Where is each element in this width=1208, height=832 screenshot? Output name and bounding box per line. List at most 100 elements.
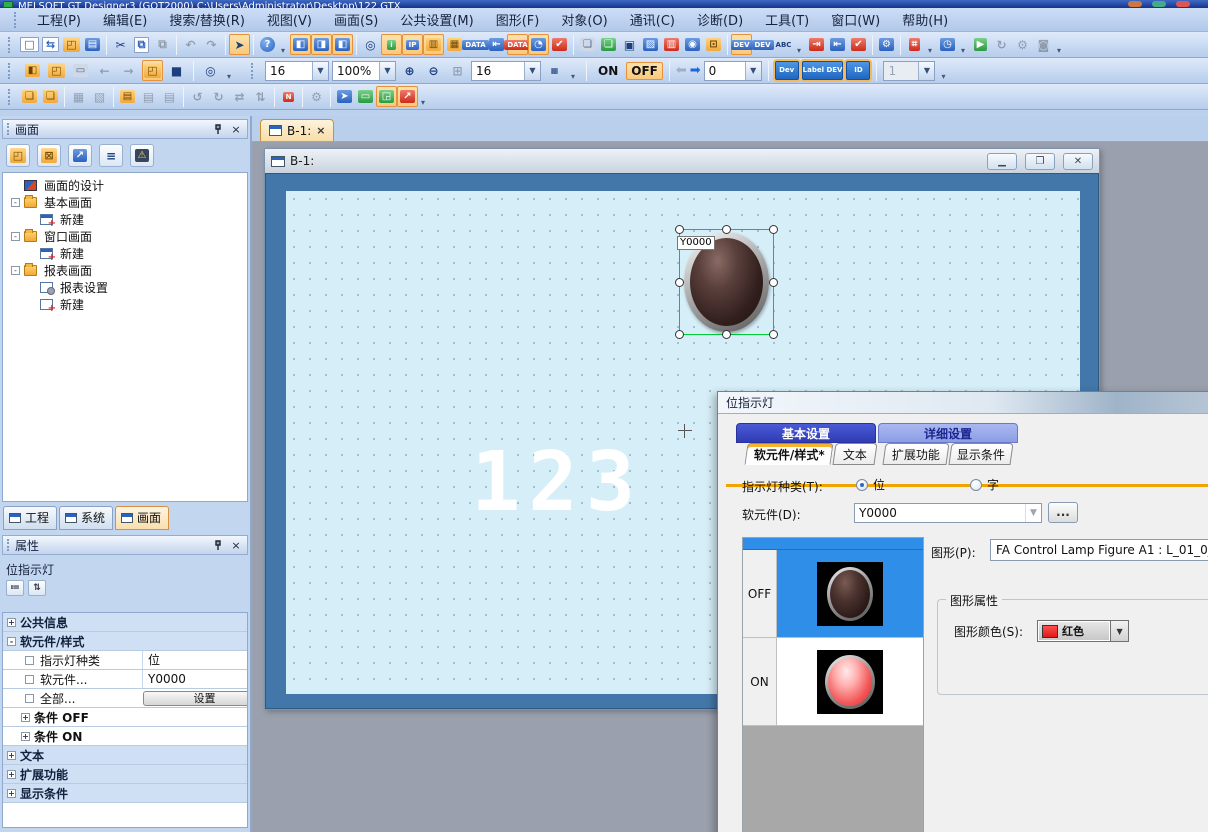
menu-item[interactable]: 工程(P) — [27, 8, 91, 31]
selection-handle[interactable] — [675, 225, 684, 234]
open-screen-button[interactable]: ◰ — [6, 144, 30, 167]
device-display-button[interactable]: DEV — [731, 34, 752, 55]
preview-button[interactable]: ◎ — [200, 60, 221, 81]
new-screen-button[interactable]: ◧ — [22, 60, 43, 81]
open-project-button[interactable]: ◰ — [61, 34, 82, 55]
help-button[interactable]: ? — [257, 34, 278, 55]
tree-expand-icon[interactable]: - — [11, 232, 20, 241]
chevron-down-icon[interactable]: ▼ — [918, 62, 934, 80]
device-comment-button[interactable]: ▥ — [423, 34, 444, 55]
close-button-blur[interactable] — [1176, 1, 1190, 7]
text-check-button[interactable]: ABC — [773, 34, 794, 55]
expand-icon[interactable] — [25, 694, 34, 703]
shape-name-field[interactable]: FA Control Lamp Figure A1 : L_01_0_R — [990, 539, 1208, 561]
close-icon[interactable]: × — [229, 122, 243, 136]
prop-section-display-condition[interactable]: + 显示条件 — [3, 784, 247, 803]
edit-touch-area-button[interactable]: ◲ — [376, 86, 397, 107]
open-recent-button[interactable]: ⇆ — [40, 34, 61, 55]
tree-item-label[interactable]: 新建 — [57, 211, 87, 228]
expand-icon[interactable]: + — [21, 713, 30, 722]
setting-button[interactable]: ⚙ — [306, 86, 327, 107]
ip-address-button[interactable]: IP — [402, 34, 423, 55]
close-screen-button[interactable]: ⊠ — [37, 144, 61, 167]
zoom-in-button[interactable]: ⊕ — [399, 60, 420, 81]
sort-view-button[interactable]: ⇅ — [28, 580, 46, 596]
pin-icon[interactable] — [211, 122, 225, 136]
menu-item[interactable]: 画面(S) — [324, 8, 388, 31]
tab-device-style[interactable]: 软元件/样式* — [744, 443, 833, 465]
prop-section-common-info[interactable]: + 公共信息 — [3, 613, 247, 632]
menu-item[interactable]: 视图(V) — [257, 8, 322, 31]
device-view-button[interactable]: Dev — [775, 61, 799, 80]
color-dropdown-button[interactable]: ▼ — [1111, 620, 1129, 642]
tree-item-label[interactable]: 报表画面 — [41, 262, 95, 279]
tree-item-window-screen-folder[interactable]: - 窗口画面 — [3, 228, 247, 245]
data-check-button[interactable]: DATA — [507, 34, 528, 55]
label-device-view-button[interactable]: Label DEV — [802, 61, 844, 80]
tree-expand-icon[interactable]: - — [11, 266, 20, 275]
tree-item-label[interactable]: 基本画面 — [41, 194, 95, 211]
id-view-button[interactable]: ID — [846, 61, 870, 80]
numeric-text-object[interactable]: 123 — [471, 435, 643, 530]
select-cursor-button[interactable]: ➤ — [229, 34, 250, 55]
dialog-titlebar[interactable]: 位指示灯 — [718, 392, 1208, 414]
minimize-icon[interactable]: ▁ — [987, 153, 1017, 170]
read-from-got-button[interactable]: ⇤ — [827, 34, 848, 55]
property-value[interactable]: 位 — [142, 651, 247, 669]
tree-item-window-new[interactable]: 新建 — [3, 245, 247, 262]
expand-icon[interactable]: - — [7, 637, 16, 646]
grid-display-button[interactable]: ▦ — [544, 60, 565, 81]
restore-icon[interactable]: ❐ — [1025, 153, 1055, 170]
tab-text[interactable]: 文本 — [832, 443, 877, 465]
base-screen-button[interactable]: ◧ — [290, 34, 311, 55]
prop-row-all-settings[interactable]: 全部... 设置 — [3, 689, 247, 708]
expand-icon[interactable] — [25, 675, 34, 684]
tab-screen[interactable]: 画面 — [115, 506, 169, 530]
image-property-button[interactable]: ▤ — [159, 86, 180, 107]
simulator-stop-button[interactable]: ◙ — [1033, 34, 1054, 55]
prop-section-condition-off[interactable]: + 条件 OFF — [3, 708, 247, 727]
dropdown-chevron[interactable] — [568, 61, 578, 81]
tree-item-label[interactable]: 新建 — [57, 296, 87, 313]
transfer-clock-button[interactable]: ◷ — [937, 34, 958, 55]
open-screen-button[interactable]: ◰ — [46, 60, 67, 81]
close-icon[interactable]: × — [229, 538, 243, 552]
prev-state-button[interactable]: ⬅ — [676, 63, 687, 78]
menu-item[interactable]: 工具(T) — [755, 8, 819, 31]
tree-item-screen-design[interactable]: 画面的设计 — [3, 177, 247, 194]
screen-list-button[interactable]: ≡ — [99, 144, 123, 167]
time-action-button[interactable]: ◔ — [528, 34, 549, 55]
document-tab-label[interactable]: B-1: — [287, 124, 311, 138]
report-screen-button[interactable]: ◧ — [332, 34, 353, 55]
menu-item[interactable]: 通讯(C) — [620, 8, 685, 31]
web-setting-button[interactable]: ◉ — [682, 34, 703, 55]
screen-open-dialog-button[interactable]: ◰ — [142, 60, 163, 81]
prop-row-lamp-type[interactable]: 指示灯种类 位 — [3, 651, 247, 670]
zoom-fit-button[interactable]: ⊞ — [447, 60, 468, 81]
previous-window-button[interactable]: ❏ — [577, 34, 598, 55]
selected-lamp-object[interactable]: Y0000 — [679, 229, 774, 335]
prop-section-condition-on[interactable]: + 条件 ON — [3, 727, 247, 746]
selection-handle[interactable] — [769, 278, 778, 287]
selection-handle[interactable] — [769, 225, 778, 234]
write-memory-card-button[interactable]: ▥ — [661, 34, 682, 55]
expand-icon[interactable]: + — [7, 618, 16, 627]
paste-button[interactable]: ⧉ — [152, 34, 173, 55]
radio-bit[interactable]: 位 — [856, 476, 885, 493]
minimize-button-blur[interactable] — [1128, 1, 1142, 7]
categorized-view-button[interactable]: ≔ — [6, 580, 24, 596]
communication-setup-button[interactable]: ⚙ — [876, 34, 897, 55]
simulator-settings-button[interactable]: ⚙ — [1012, 34, 1033, 55]
new-project-button[interactable]: □ — [19, 34, 40, 55]
screen-check-button[interactable]: ⚠ — [130, 144, 154, 167]
maximize-button-blur[interactable] — [1152, 1, 1166, 7]
grid-size-combo[interactable]: 16▼ — [471, 61, 541, 81]
property-value[interactable]: Y0000 — [142, 670, 247, 688]
chevron-down-icon[interactable]: ▼ — [524, 62, 540, 80]
pin-icon[interactable] — [211, 538, 225, 552]
data-view-button[interactable]: ↗ — [397, 86, 418, 107]
simulator-update-button[interactable]: ↻ — [991, 34, 1012, 55]
preview-row-on[interactable]: ON — [743, 638, 923, 726]
menu-item[interactable]: 编辑(E) — [93, 8, 157, 31]
device-label-button[interactable]: DEV — [752, 34, 773, 55]
